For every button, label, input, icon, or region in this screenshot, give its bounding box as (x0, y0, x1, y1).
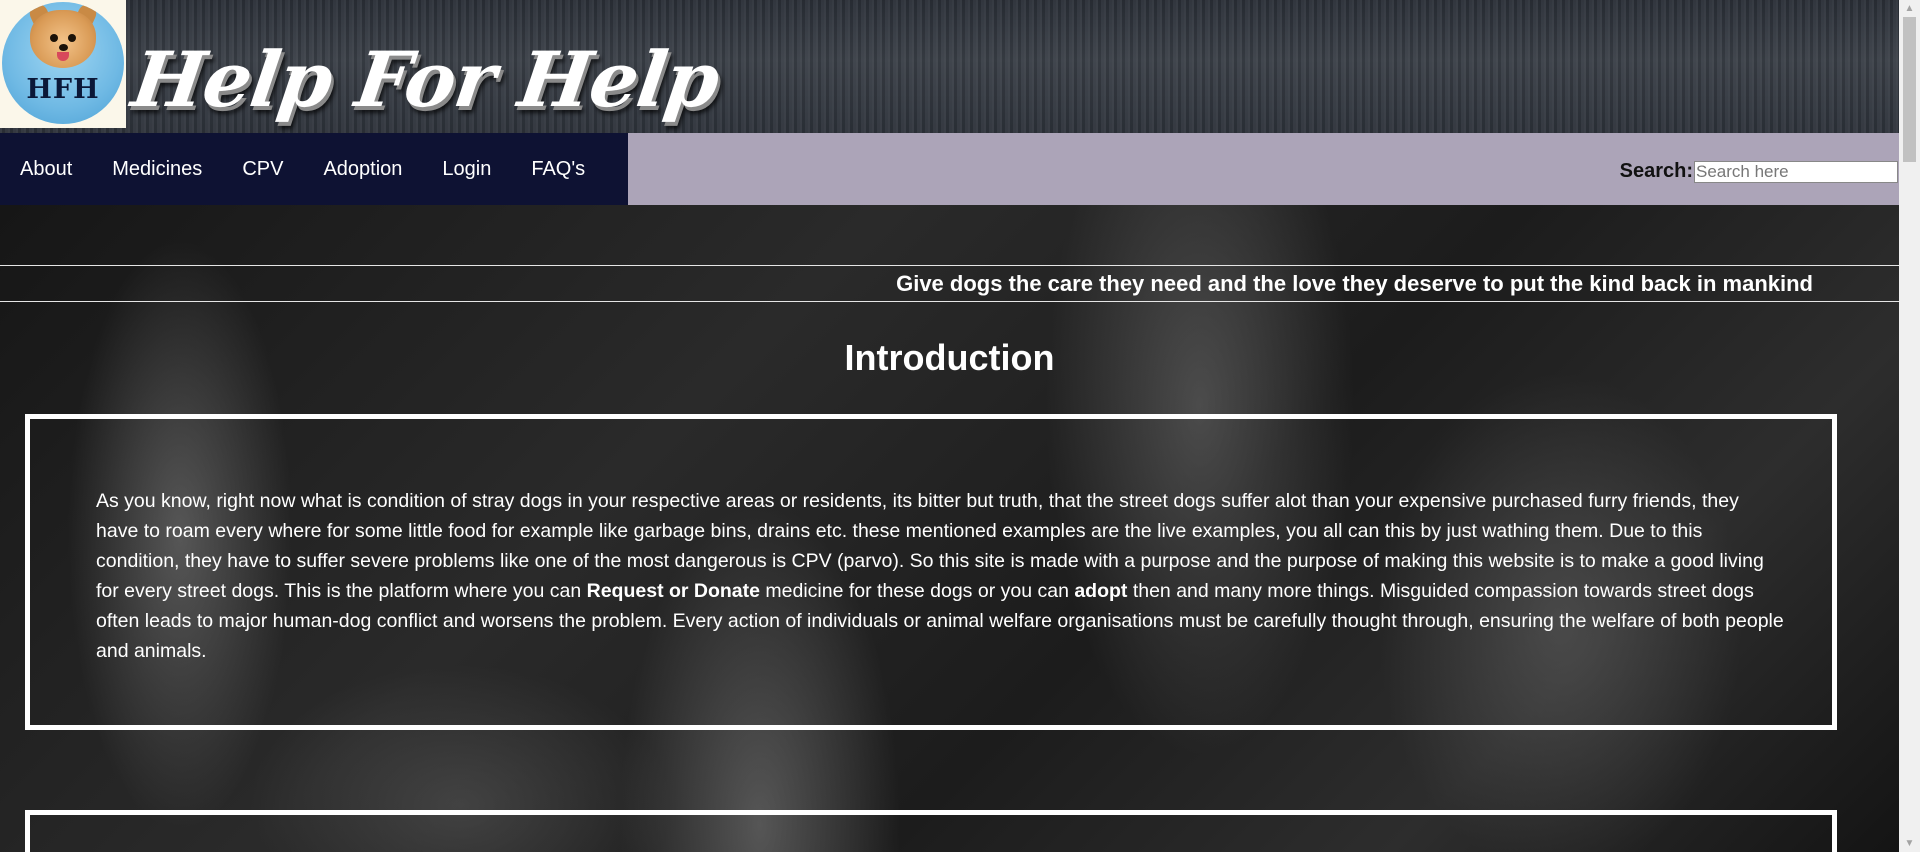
dog-eye-right (68, 34, 76, 42)
nav-item-adoption[interactable]: Adoption (303, 133, 422, 205)
browser-viewport: HFH Help For Help About Medicines CPV Ad… (0, 0, 1920, 852)
tagline-band: Give dogs the care they need and the lov… (0, 265, 1899, 302)
scroll-up-arrow-icon[interactable]: ▲ (1899, 0, 1920, 17)
second-content-box (25, 810, 1837, 852)
site-title: Help For Help (126, 35, 725, 124)
logo-text: HFH (26, 74, 100, 105)
page-content: HFH Help For Help About Medicines CPV Ad… (0, 0, 1899, 852)
nav-item-faqs[interactable]: FAQ's (511, 133, 605, 205)
dog-nose (59, 44, 68, 51)
scrollbar-thumb[interactable] (1903, 17, 1916, 162)
site-logo[interactable]: HFH (0, 0, 126, 128)
vertical-scrollbar[interactable]: ▲ ▼ (1899, 0, 1920, 852)
nav-links: About Medicines CPV Adoption Login FAQ's (0, 133, 628, 205)
nav-item-cpv[interactable]: CPV (222, 133, 303, 205)
search-input[interactable] (1694, 160, 1898, 183)
tagline-text: Give dogs the care they need and the lov… (896, 271, 1813, 296)
intro-box: As you know, right now what is condition… (25, 414, 1837, 730)
search-label: Search: (1619, 160, 1693, 182)
intro-text-bold-adopt: adopt (1074, 580, 1128, 602)
dog-mouth (57, 52, 69, 61)
nav-item-login[interactable]: Login (422, 133, 511, 205)
nav-item-about[interactable]: About (0, 133, 92, 205)
scroll-down-arrow-icon[interactable]: ▼ (1899, 835, 1920, 852)
search-area: Search: (1620, 160, 1898, 183)
intro-heading: Introduction (844, 337, 1055, 378)
nav-item-medicines[interactable]: Medicines (92, 133, 222, 205)
logo-dog-image (2, 2, 124, 124)
intro-text-bold-request: Request or Donate (586, 580, 760, 602)
intro-text-part2: medicine for these dogs or you can (759, 580, 1075, 602)
dog-head (30, 10, 96, 68)
main-nav: About Medicines CPV Adoption Login FAQ's… (0, 133, 1899, 205)
intro-paragraph: As you know, right now what is condition… (96, 486, 1786, 666)
site-header: HFH Help For Help (0, 0, 1899, 133)
dog-eye-left (50, 34, 58, 42)
